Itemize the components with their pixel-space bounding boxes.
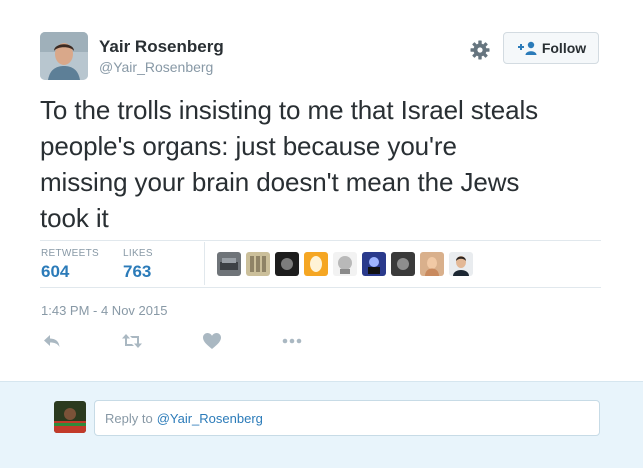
author-handle[interactable]: @Yair_Rosenberg xyxy=(99,59,213,75)
liker-avatar[interactable] xyxy=(304,252,328,276)
tweet-line: people's organs: just because you're xyxy=(40,131,457,161)
follow-label: Follow xyxy=(541,40,587,56)
user-avatar[interactable] xyxy=(54,401,86,433)
liker-avatar[interactable] xyxy=(391,252,415,276)
liker-avatar[interactable] xyxy=(449,252,473,276)
divider xyxy=(204,242,205,285)
tweet-line: To the trolls insisting to me that Israe… xyxy=(40,95,539,125)
divider xyxy=(40,287,601,288)
tweet-line: missing your brain doesn't mean the Jews xyxy=(40,167,520,197)
liker-avatar[interactable] xyxy=(420,252,444,276)
retweet-icon[interactable] xyxy=(121,332,143,352)
liker-avatar[interactable] xyxy=(275,252,299,276)
tweet-timestamp[interactable]: 1:43 PM - 4 Nov 2015 xyxy=(41,303,167,318)
reply-icon[interactable] xyxy=(42,332,64,352)
tweet-text: To the trolls insisting to me that Israe… xyxy=(40,92,615,236)
retweets-count[interactable]: 604 xyxy=(41,262,69,282)
liker-avatar[interactable] xyxy=(217,252,241,276)
reply-area: Reply to @Yair_Rosenberg xyxy=(0,381,643,468)
author-avatar[interactable] xyxy=(40,32,88,80)
likes-count[interactable]: 763 xyxy=(123,262,151,282)
gear-icon[interactable] xyxy=(468,38,492,62)
more-icon[interactable] xyxy=(281,332,303,352)
liker-avatar[interactable] xyxy=(362,252,386,276)
heart-icon[interactable] xyxy=(202,332,224,352)
reply-input[interactable]: Reply to @Yair_Rosenberg xyxy=(94,400,600,436)
reply-mention: @Yair_Rosenberg xyxy=(156,410,263,426)
reply-placeholder: Reply to xyxy=(105,410,153,426)
author-name[interactable]: Yair Rosenberg xyxy=(99,37,224,57)
liker-avatars xyxy=(217,252,478,276)
retweets-label: RETWEETS xyxy=(41,248,99,259)
liker-avatar[interactable] xyxy=(333,252,357,276)
tweet-line: took it xyxy=(40,203,109,233)
likes-label: LIKES xyxy=(123,248,153,259)
follow-button[interactable]: Follow xyxy=(503,32,599,64)
divider xyxy=(40,240,601,241)
liker-avatar[interactable] xyxy=(246,252,270,276)
add-user-icon xyxy=(517,41,537,55)
